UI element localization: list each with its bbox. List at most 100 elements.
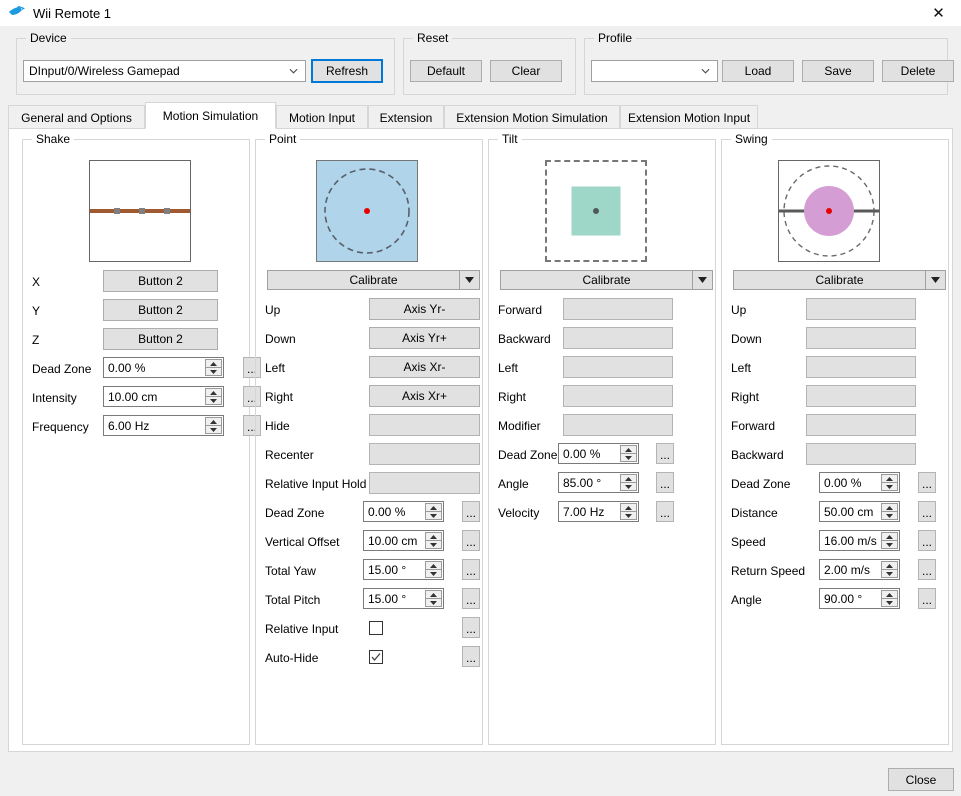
tab-general-and-options[interactable]: General and Options: [8, 105, 145, 129]
point-up-button[interactable]: Axis Yr-: [369, 298, 480, 320]
swing-right-button[interactable]: [806, 385, 916, 407]
stepper-down-icon[interactable]: [206, 397, 221, 404]
stepper-up-icon[interactable]: [206, 389, 221, 396]
swing-deadzone-input[interactable]: 0.00 %: [819, 472, 900, 493]
stepper-down-icon[interactable]: [426, 512, 441, 519]
point-auto-hide-checkbox[interactable]: [369, 650, 383, 664]
stepper-up-icon[interactable]: [882, 562, 897, 569]
stepper-down-icon[interactable]: [882, 541, 897, 548]
tilt-calibrate-dropdown[interactable]: Calibrate: [500, 270, 713, 290]
close-button[interactable]: Close: [888, 768, 954, 791]
point-deadzone-input[interactable]: 0.00 %: [363, 501, 444, 522]
tilt-angle-stepper[interactable]: [620, 474, 637, 491]
swing-calibrate-dropdown[interactable]: Calibrate: [733, 270, 946, 290]
tab-motion-simulation[interactable]: Motion Simulation: [145, 102, 276, 129]
tab-extension[interactable]: Extension: [368, 105, 444, 129]
chevron-down-icon[interactable]: [459, 271, 479, 289]
swing-down-button[interactable]: [806, 327, 916, 349]
swing-return-speed-stepper[interactable]: [881, 561, 898, 578]
point-total-yaw-stepper[interactable]: [425, 561, 442, 578]
swing-deadzone-advanced-button[interactable]: ...: [918, 472, 936, 493]
device-select[interactable]: DInput/0/Wireless Gamepad: [23, 60, 306, 82]
shake-z-button[interactable]: Button 2: [103, 328, 218, 350]
point-relative-input-checkbox[interactable]: [369, 621, 383, 635]
stepper-up-icon[interactable]: [621, 446, 636, 453]
tab-extension-motion-simulation[interactable]: Extension Motion Simulation: [444, 105, 620, 129]
shake-intensity-stepper[interactable]: [205, 388, 222, 405]
tilt-angle-advanced-button[interactable]: ...: [656, 472, 674, 493]
stepper-up-icon[interactable]: [621, 504, 636, 511]
point-total-yaw-advanced-button[interactable]: ...: [462, 559, 480, 580]
point-total-pitch-stepper[interactable]: [425, 590, 442, 607]
stepper-down-icon[interactable]: [206, 426, 221, 433]
swing-distance-input[interactable]: 50.00 cm: [819, 501, 900, 522]
tilt-forward-button[interactable]: [563, 298, 673, 320]
stepper-up-icon[interactable]: [882, 475, 897, 482]
shake-intensity-input[interactable]: 10.00 cm: [103, 386, 224, 407]
reset-default-button[interactable]: Default: [410, 60, 482, 82]
swing-angle-advanced-button[interactable]: ...: [918, 588, 936, 609]
profile-delete-button[interactable]: Delete: [882, 60, 954, 82]
swing-angle-stepper[interactable]: [881, 590, 898, 607]
stepper-up-icon[interactable]: [426, 562, 441, 569]
chevron-down-icon[interactable]: [925, 271, 945, 289]
stepper-up-icon[interactable]: [882, 504, 897, 511]
swing-return-speed-advanced-button[interactable]: ...: [918, 559, 936, 580]
tilt-angle-input[interactable]: 85.00 °: [558, 472, 639, 493]
point-total-pitch-input[interactable]: 15.00 °: [363, 588, 444, 609]
shake-frequency-stepper[interactable]: [205, 417, 222, 434]
profile-save-button[interactable]: Save: [802, 60, 874, 82]
tab-motion-input[interactable]: Motion Input: [276, 105, 368, 129]
tilt-modifier-button[interactable]: [563, 414, 673, 436]
swing-left-button[interactable]: [806, 356, 916, 378]
reset-clear-button[interactable]: Clear: [490, 60, 562, 82]
point-total-pitch-advanced-button[interactable]: ...: [462, 588, 480, 609]
tilt-velocity-input[interactable]: 7.00 Hz: [558, 501, 639, 522]
stepper-down-icon[interactable]: [426, 541, 441, 548]
stepper-up-icon[interactable]: [426, 591, 441, 598]
stepper-up-icon[interactable]: [621, 475, 636, 482]
point-down-button[interactable]: Axis Yr+: [369, 327, 480, 349]
swing-speed-advanced-button[interactable]: ...: [918, 530, 936, 551]
chevron-down-icon[interactable]: [692, 271, 712, 289]
point-right-button[interactable]: Axis Xr+: [369, 385, 480, 407]
swing-distance-advanced-button[interactable]: ...: [918, 501, 936, 522]
stepper-up-icon[interactable]: [426, 504, 441, 511]
tilt-backward-button[interactable]: [563, 327, 673, 349]
point-deadzone-stepper[interactable]: [425, 503, 442, 520]
stepper-up-icon[interactable]: [426, 533, 441, 540]
tilt-deadzone-advanced-button[interactable]: ...: [656, 443, 674, 464]
tab-extension-motion-input[interactable]: Extension Motion Input: [620, 105, 758, 129]
tilt-deadzone-input[interactable]: 0.00 %: [558, 443, 639, 464]
stepper-down-icon[interactable]: [426, 599, 441, 606]
point-left-button[interactable]: Axis Xr-: [369, 356, 480, 378]
shake-y-button[interactable]: Button 2: [103, 299, 218, 321]
tilt-right-button[interactable]: [563, 385, 673, 407]
shake-frequency-input[interactable]: 6.00 Hz: [103, 415, 224, 436]
point-hide-button[interactable]: [369, 414, 480, 436]
tilt-velocity-advanced-button[interactable]: ...: [656, 501, 674, 522]
point-auto-hide-advanced-button[interactable]: ...: [462, 646, 480, 667]
swing-angle-input[interactable]: 90.00 °: [819, 588, 900, 609]
point-relative-input-advanced-button[interactable]: ...: [462, 617, 480, 638]
stepper-up-icon[interactable]: [882, 591, 897, 598]
tilt-left-button[interactable]: [563, 356, 673, 378]
stepper-up-icon[interactable]: [206, 360, 221, 367]
stepper-down-icon[interactable]: [206, 368, 221, 375]
swing-return-speed-input[interactable]: 2.00 m/s: [819, 559, 900, 580]
point-vertical-offset-input[interactable]: 10.00 cm: [363, 530, 444, 551]
point-total-yaw-input[interactable]: 15.00 °: [363, 559, 444, 580]
point-deadzone-advanced-button[interactable]: ...: [462, 501, 480, 522]
stepper-down-icon[interactable]: [882, 570, 897, 577]
profile-select[interactable]: [591, 60, 718, 82]
stepper-down-icon[interactable]: [426, 570, 441, 577]
stepper-down-icon[interactable]: [882, 512, 897, 519]
tilt-deadzone-stepper[interactable]: [620, 445, 637, 462]
point-relative-input-hold-button[interactable]: [369, 472, 480, 494]
profile-load-button[interactable]: Load: [722, 60, 794, 82]
shake-deadzone-input[interactable]: 0.00 %: [103, 357, 224, 378]
swing-distance-stepper[interactable]: [881, 503, 898, 520]
stepper-down-icon[interactable]: [621, 454, 636, 461]
stepper-up-icon[interactable]: [882, 533, 897, 540]
swing-speed-stepper[interactable]: [881, 532, 898, 549]
